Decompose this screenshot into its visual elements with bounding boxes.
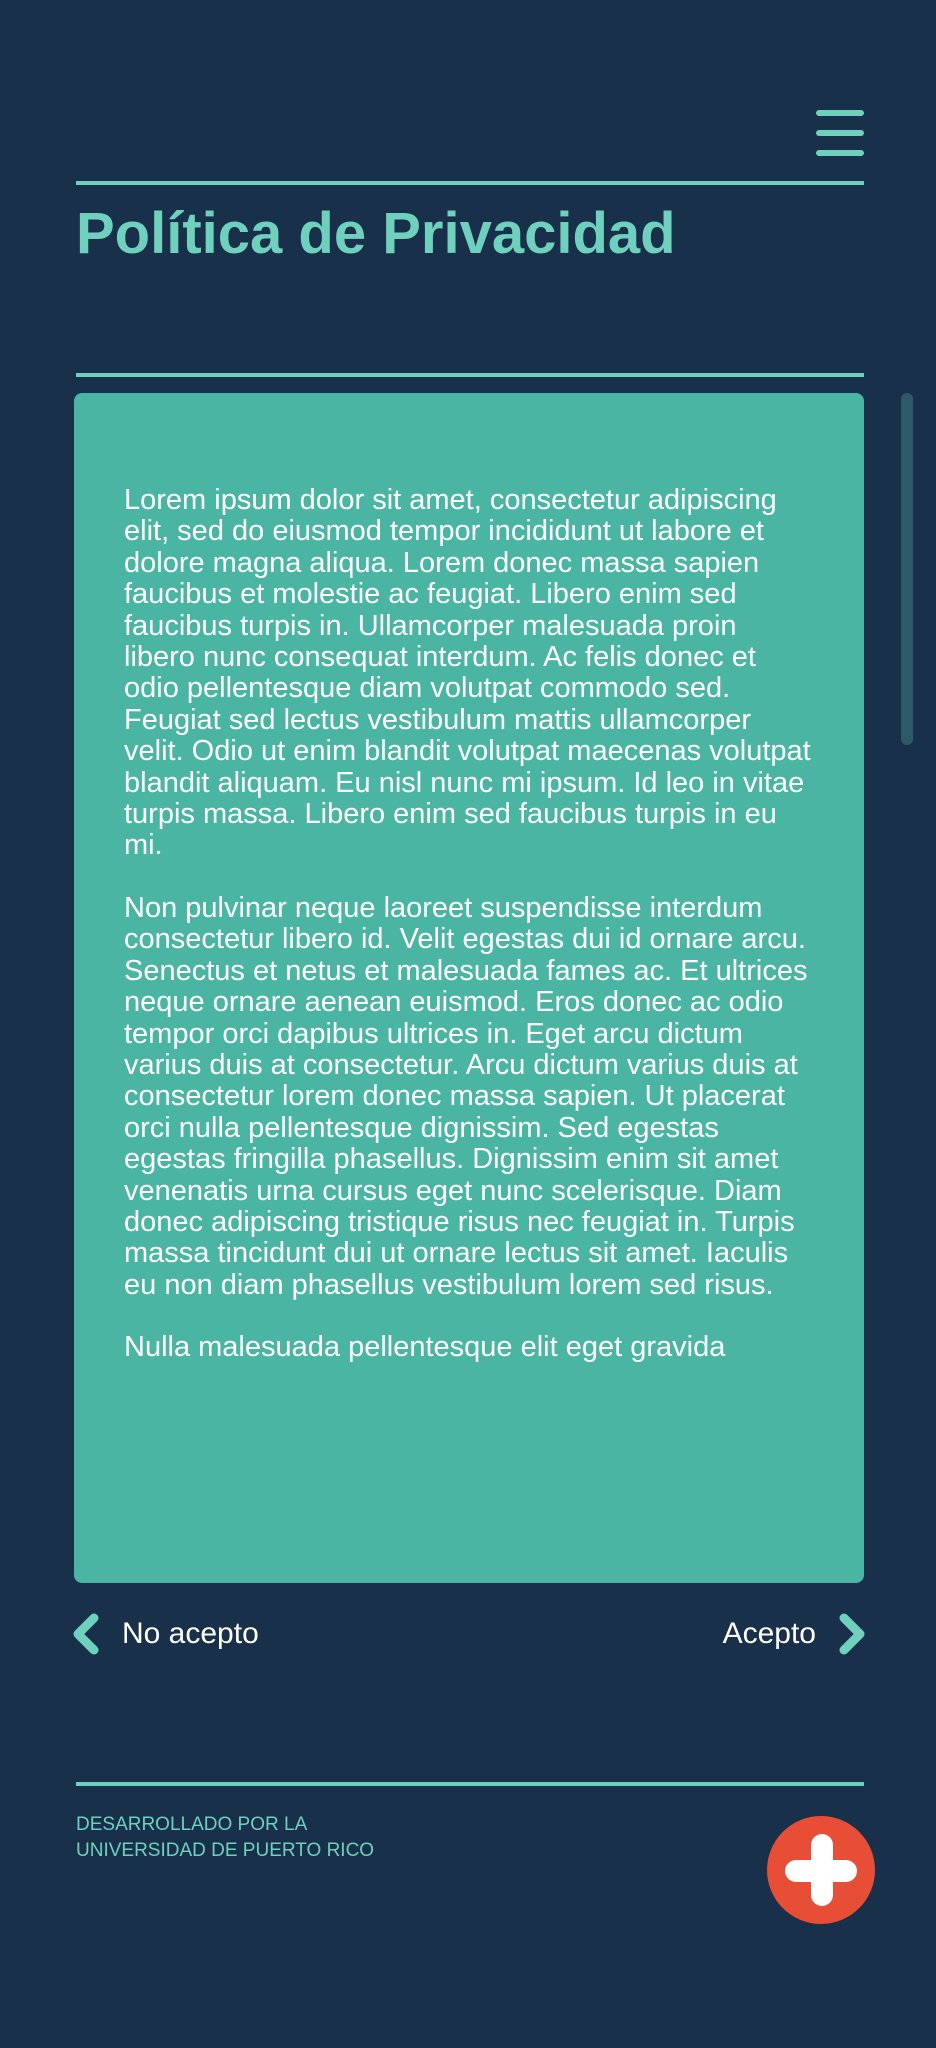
title-divider: [76, 373, 864, 377]
menu-bar: [816, 130, 864, 136]
privacy-policy-content[interactable]: Lorem ipsum dolor sit amet, consectetur …: [74, 393, 864, 1583]
footer-credit-line: DESARROLLADO POR LA: [76, 1814, 308, 1835]
policy-paragraph: Lorem ipsum dolor sit amet, consectetur …: [124, 484, 811, 862]
add-button[interactable]: [767, 1816, 875, 1924]
content-scrollbar[interactable]: [901, 393, 913, 745]
policy-paragraph: Non pulvinar neque laoreet suspendisse i…: [124, 891, 808, 1301]
footer-credit-line: UNIVERSIDAD DE PUERTO RICO: [76, 1840, 375, 1861]
accept-button[interactable]: Acepto: [723, 1612, 868, 1656]
footer-credit: DESARROLLADO POR LA UNIVERSIDAD DE PUERT…: [76, 1812, 374, 1864]
menu-bar: [816, 150, 864, 156]
menu-bar: [816, 110, 864, 116]
header-divider: [76, 181, 864, 185]
hamburger-menu-icon[interactable]: [816, 110, 864, 156]
accept-label: Acepto: [722, 1617, 816, 1650]
chevron-right-icon: [839, 1613, 865, 1655]
chevron-left-icon: [73, 1613, 99, 1655]
page-title: Política de Privacidad: [76, 201, 676, 266]
footer-divider: [76, 1782, 864, 1786]
decline-label: No acepto: [122, 1617, 259, 1650]
policy-paragraph: Nulla malesuada pellentesque elit eget g…: [124, 1331, 726, 1364]
decline-button[interactable]: No acepto: [70, 1612, 259, 1656]
